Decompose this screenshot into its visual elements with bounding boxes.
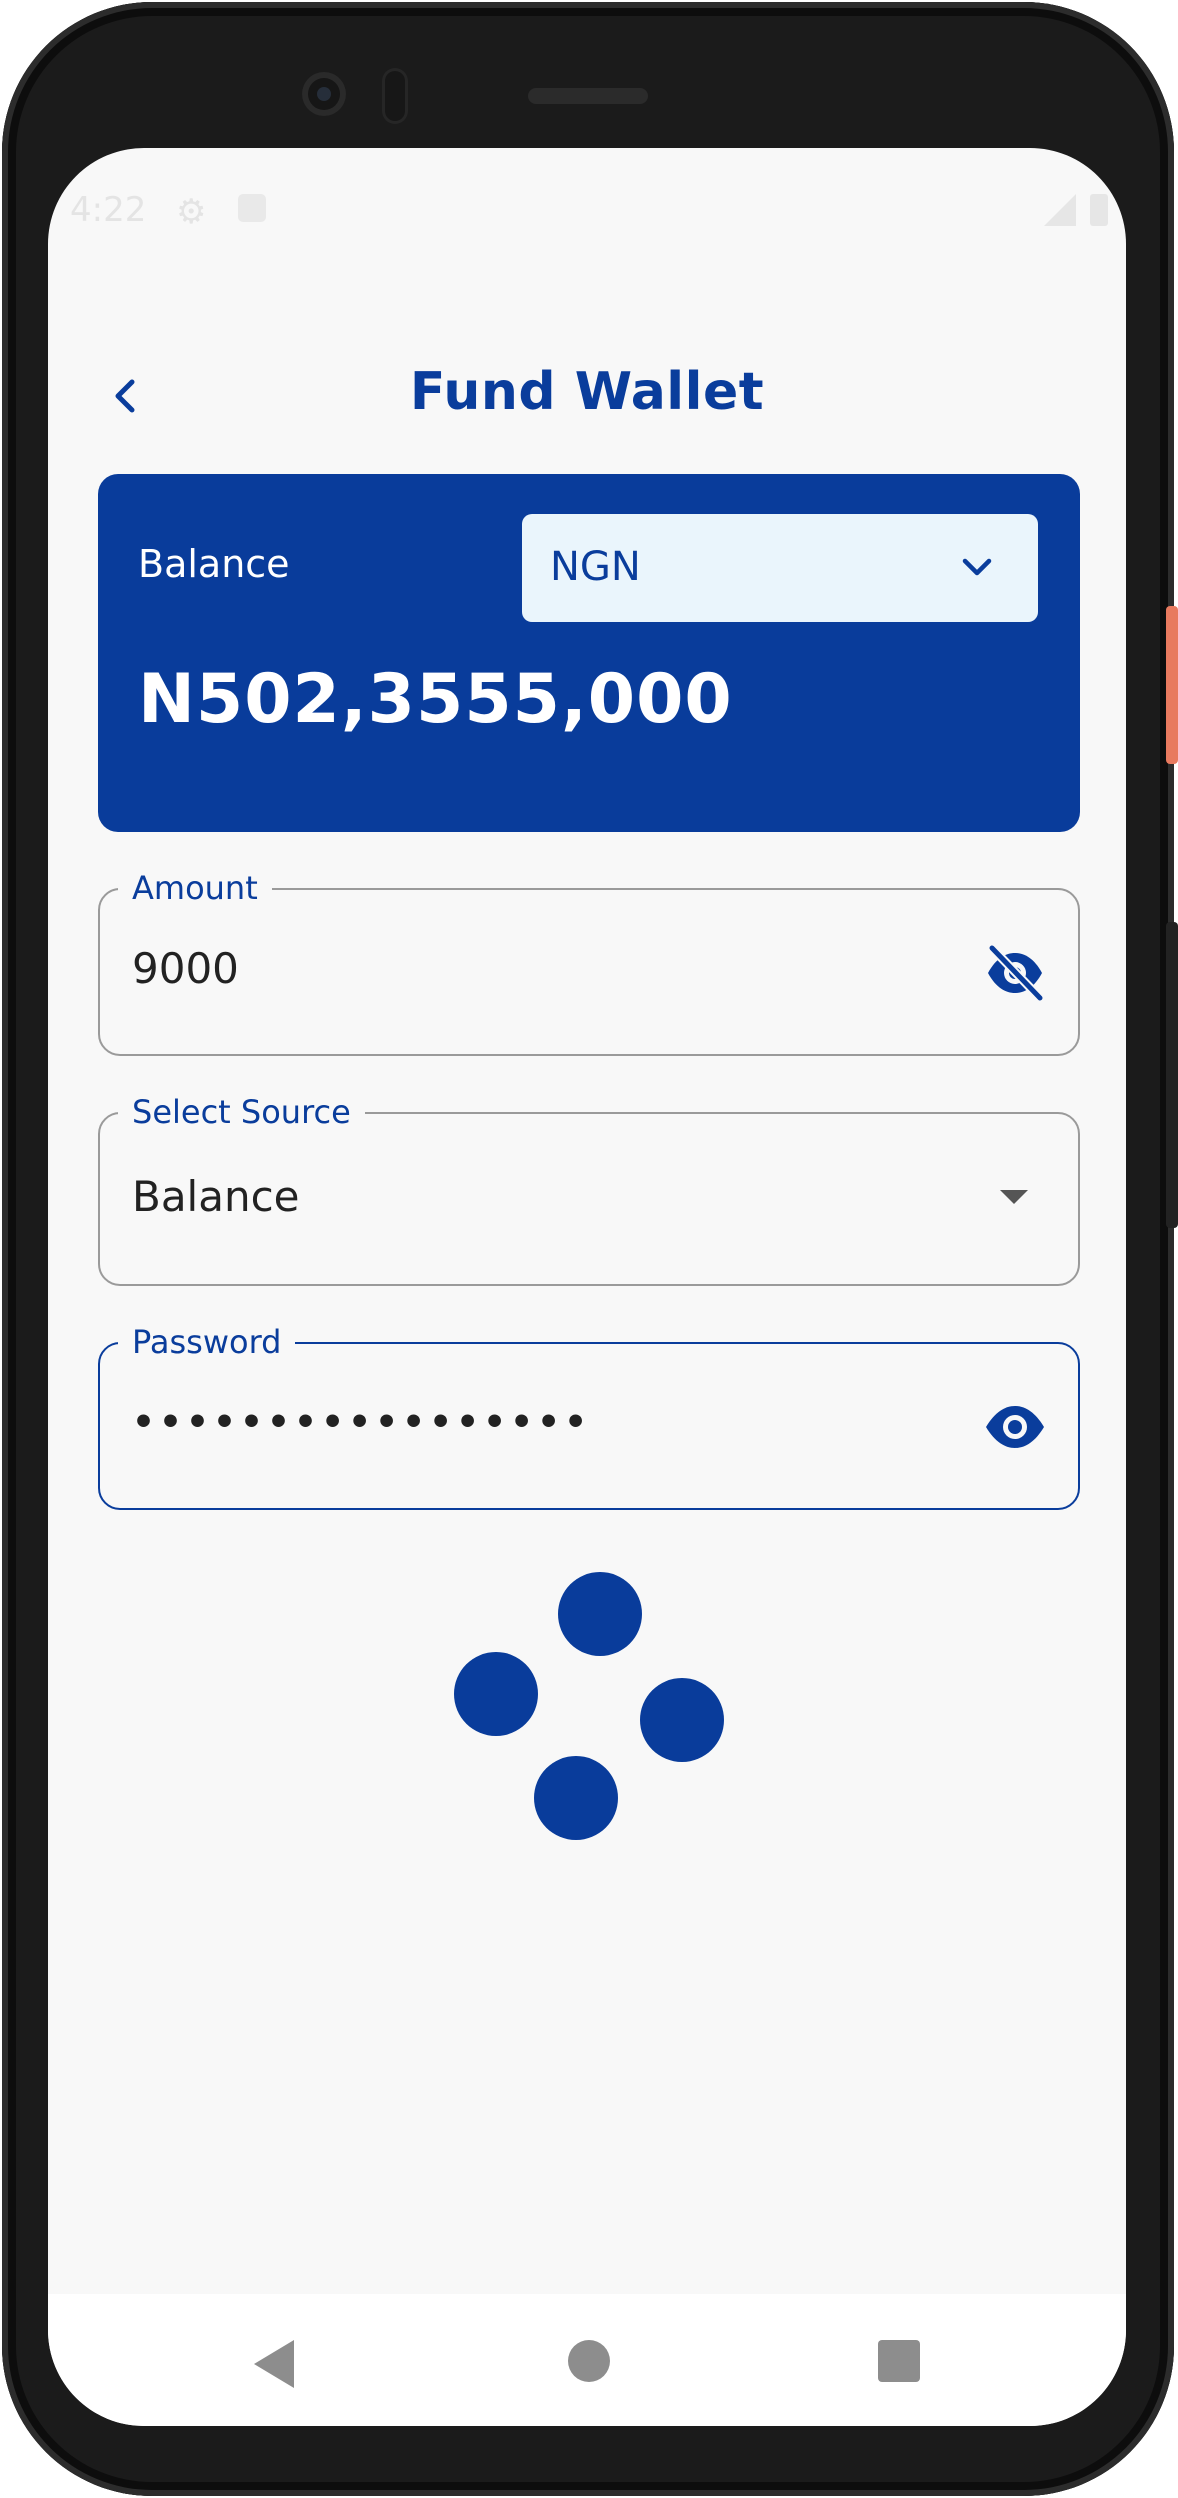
earpiece-speaker [528, 88, 648, 104]
password-field-label: Password [118, 1322, 296, 1362]
nav-recents-icon[interactable] [878, 2340, 920, 2382]
battery-icon [1090, 194, 1108, 226]
nav-home-icon[interactable] [568, 2340, 610, 2382]
status-icons [1044, 194, 1108, 226]
password-field[interactable]: Password ••••••••••••••••• [98, 1322, 1080, 1510]
loading-dot [534, 1756, 618, 1840]
amount-field[interactable]: Amount 9000 [98, 868, 1080, 1056]
signal-icon [1044, 194, 1076, 226]
phone-frame: 4:22 ⚙ Fund Wallet Balance NGN N502,3555… [2, 2, 1174, 2496]
status-bar: 4:22 ⚙ [48, 190, 1126, 240]
caret-down-icon[interactable] [1000, 1190, 1028, 1204]
settings-notification-icon: ⚙ [176, 192, 207, 232]
shopping-bag-notification-icon [238, 194, 266, 222]
page-title: Fund Wallet [409, 362, 765, 422]
front-camera [302, 72, 346, 116]
proximity-sensor [382, 68, 408, 124]
loading-dot [558, 1572, 642, 1656]
system-navigation-bar [48, 2294, 1126, 2426]
chevron-down-icon [962, 558, 992, 576]
currency-select[interactable]: NGN [522, 514, 1038, 622]
status-time: 4:22 [70, 190, 147, 230]
balance-label: Balance [138, 542, 290, 586]
select-source-label: Select Source [118, 1092, 365, 1132]
volume-button [1166, 922, 1178, 1228]
balance-amount: N502,3555,000 [138, 660, 733, 739]
eye-off-icon[interactable] [982, 940, 1048, 1006]
loading-dot [454, 1652, 538, 1736]
nav-back-icon[interactable] [254, 2340, 294, 2388]
app-screen: 4:22 ⚙ Fund Wallet Balance NGN N502,3555… [48, 148, 1126, 2426]
select-source-value: Balance [132, 1172, 300, 1221]
balance-card: Balance NGN N502,3555,000 [98, 474, 1080, 832]
amount-input[interactable]: 9000 [132, 944, 239, 993]
app-header: Fund Wallet [48, 362, 1126, 432]
amount-field-label: Amount [118, 868, 272, 908]
eye-icon[interactable] [982, 1394, 1048, 1460]
currency-value: NGN [550, 544, 641, 590]
power-button [1166, 606, 1178, 764]
loading-dot [640, 1678, 724, 1762]
password-input[interactable]: ••••••••••••••••• [132, 1402, 591, 1443]
select-source-field[interactable]: Select Source Balance [98, 1092, 1080, 1286]
